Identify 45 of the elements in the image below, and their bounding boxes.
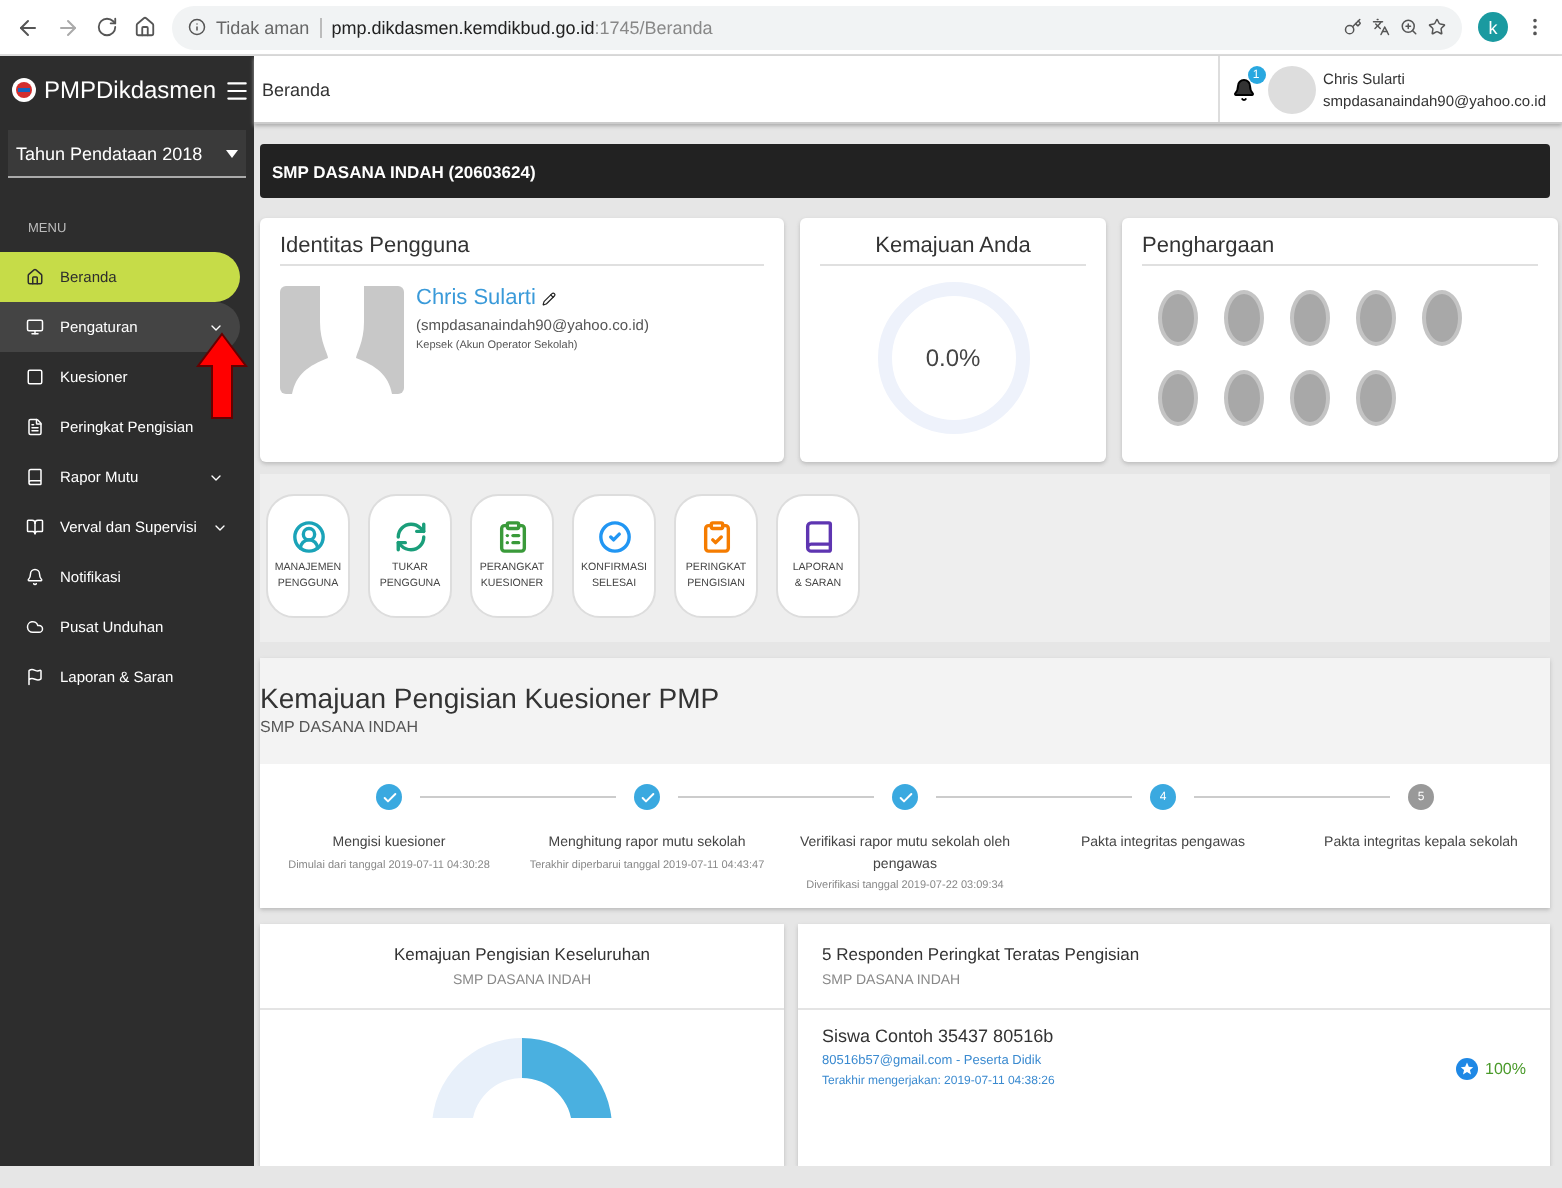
section-title: Kemajuan Pengisian Kuesioner PMP	[260, 682, 722, 714]
logo-icon	[12, 78, 36, 102]
book-icon	[26, 468, 44, 486]
annotation-arrow	[196, 332, 248, 420]
back-icon[interactable]	[16, 15, 40, 39]
card-title: Kemajuan Pengisian Keseluruhan	[393, 944, 651, 964]
check-icon	[897, 789, 913, 805]
square-icon	[26, 368, 44, 386]
edit-icon[interactable]	[541, 291, 556, 305]
star-icon[interactable]	[1428, 18, 1446, 36]
address-bar[interactable]: Tidak aman pmp.dikdasmen.kemdikbud.go.id:1745/Beranda	[172, 5, 1462, 49]
brand-name: PMPDikdasmen	[44, 76, 217, 104]
menu-icon[interactable]	[224, 77, 251, 103]
school-bar: SMP DASANA INDAH (20603624)	[260, 144, 1550, 198]
respondent-percent: 100%	[1485, 1060, 1526, 1078]
check-icon	[639, 789, 655, 805]
translate-icon[interactable]	[1372, 18, 1390, 36]
year-dropdown[interactable]: Tahun Pendataan 2018	[8, 130, 246, 178]
card-title: Kemajuan Anda	[820, 234, 1086, 266]
document-icon	[26, 418, 44, 436]
cloud-icon	[26, 618, 44, 636]
star-badge-icon	[1455, 1058, 1478, 1080]
bell-icon	[26, 568, 44, 586]
zoom-icon[interactable]	[1400, 18, 1418, 36]
url-text: pmp.dikdasmen.kemdikbud.go.id:1745/Beranda	[331, 17, 713, 37]
home-icon[interactable]	[134, 16, 156, 38]
check-icon	[381, 789, 397, 805]
section-subtitle: SMP DASANA INDAH	[260, 718, 420, 736]
bell-icon[interactable]	[1231, 77, 1256, 101]
respondent-name: Siswa Contoh 35437 80516b	[822, 1026, 1055, 1046]
reload-icon[interactable]	[96, 16, 118, 38]
progress-ring: 0.0%	[877, 282, 1029, 434]
key-icon[interactable]	[1344, 18, 1362, 36]
breadcrumb: Beranda	[260, 79, 333, 99]
flag-icon	[26, 668, 44, 686]
info-icon	[188, 18, 206, 36]
security-label: Tidak aman	[216, 17, 322, 37]
monitor-icon	[26, 318, 44, 336]
card-title: Identitas Pengguna	[280, 234, 764, 266]
home-icon	[26, 268, 44, 286]
card-title: 5 Responden Peringkat Teratas Pengisian	[822, 944, 1140, 964]
caret-icon	[226, 149, 238, 157]
book-icon	[26, 518, 44, 536]
profile-silhouette	[280, 286, 404, 394]
card-title: Penghargaan	[1142, 234, 1538, 266]
